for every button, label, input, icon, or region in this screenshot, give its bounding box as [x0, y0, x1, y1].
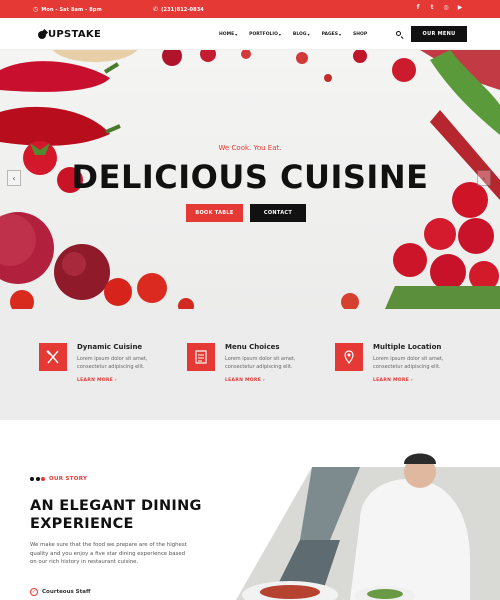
- food-shape: [367, 589, 403, 599]
- dots-icon: [30, 477, 45, 481]
- check-circle-icon: ✓: [30, 588, 38, 596]
- dot: [30, 477, 34, 481]
- search-handle: [400, 35, 404, 39]
- learn-more-link[interactable]: LEARN MORE ›: [373, 378, 413, 383]
- pepper-stem: [105, 124, 121, 134]
- tomato-shape: [104, 278, 132, 306]
- berry-shape: [296, 52, 308, 64]
- learn-more-link[interactable]: LEARN MORE ›: [225, 378, 265, 383]
- story-kicker-text: OUR STORY: [49, 476, 88, 482]
- chevron-down-icon: ▾: [338, 32, 341, 37]
- dot: [41, 477, 45, 481]
- berry-shape: [324, 74, 332, 82]
- search-icon[interactable]: [396, 31, 404, 39]
- phone-number[interactable]: ✆ (231)812-0834: [153, 6, 204, 13]
- pepper-stem: [103, 62, 120, 74]
- story-paragraph: We make sure that the food we prepare ar…: [30, 542, 187, 566]
- apple-highlight: [62, 252, 86, 276]
- feature-multiple-location: Multiple Location Lorem ipsum dolor sit …: [335, 343, 475, 403]
- nav-label: HOME: [219, 32, 235, 37]
- main-nav: HOME ▾ PORTFOLIO ▾ BLOG ▾ PAGES ▾ SHOP: [219, 32, 367, 37]
- hero-slider: ‹ › We Cook. You Eat. DELICIOUS CUISINE …: [0, 50, 500, 309]
- chevron-down-icon: ▾: [307, 32, 310, 37]
- site-header: UPSTAKE HOME ▾ PORTFOLIO ▾ BLOG ▾ PAGES …: [0, 18, 500, 50]
- nav-item-home[interactable]: HOME ▾: [219, 32, 237, 37]
- checklist-item: ✓ Courteous Staff: [30, 588, 90, 596]
- logo-text: UPSTAKE: [48, 29, 102, 40]
- strawberry-shape: [424, 218, 456, 250]
- chevron-down-icon: ▾: [235, 32, 238, 37]
- tomato-shape: [137, 273, 167, 303]
- instagram-icon[interactable]: ◎: [443, 4, 449, 11]
- search-lens: [396, 31, 401, 36]
- feature-title: Menu Choices: [225, 343, 280, 351]
- our-story-section: OUR STORY AN ELEGANT DINING EXPERIENCE W…: [0, 420, 500, 600]
- site-logo[interactable]: UPSTAKE: [38, 29, 101, 40]
- pepper-shape: [0, 106, 110, 146]
- berry-shape: [353, 50, 367, 63]
- tomato-shape: [10, 290, 34, 309]
- nav-item-portfolio[interactable]: PORTFOLIO ▾: [249, 32, 281, 37]
- strawberry-shape: [458, 218, 494, 254]
- logo-mark-icon: [38, 30, 46, 39]
- twitter-icon[interactable]: t: [429, 4, 435, 11]
- contact-button[interactable]: CONTACT: [250, 204, 306, 222]
- berry-shape: [162, 50, 182, 66]
- map-pin-icon: [335, 343, 363, 371]
- nav-label: PAGES: [321, 32, 338, 37]
- feature-description: Lorem ipsum dolor sit amet, consectetur …: [373, 356, 444, 370]
- phone-icon: ✆: [153, 6, 159, 13]
- hero-headline: DELICIOUS CUISINE: [71, 158, 429, 196]
- radish-shape: [341, 293, 359, 309]
- our-menu-button[interactable]: OUR MENU: [411, 26, 467, 42]
- opening-hours: ◷ Mon - Sat 8am - 8pm: [33, 6, 102, 13]
- feature-dynamic-cuisine: Dynamic Cuisine Lorem ipsum dolor sit am…: [39, 343, 179, 403]
- berry-shape: [241, 50, 251, 59]
- utensils-icon: [39, 343, 67, 371]
- feature-title: Multiple Location: [373, 343, 442, 351]
- feature-description: Lorem ipsum dolor sit amet, consectetur …: [77, 356, 148, 370]
- learn-more-link[interactable]: LEARN MORE ›: [77, 378, 117, 383]
- clock-icon: ◷: [33, 6, 39, 13]
- leaf-shape: [385, 286, 500, 309]
- phone-number-text[interactable]: (231)812-0834: [161, 7, 204, 13]
- feature-description: Lorem ipsum dolor sit amet, consectetur …: [225, 356, 296, 370]
- story-title: AN ELEGANT DINING EXPERIENCE: [30, 497, 240, 533]
- story-title-line: AN ELEGANT DINING: [30, 498, 202, 514]
- nav-item-blog[interactable]: BLOG ▾: [293, 32, 310, 37]
- nav-item-shop[interactable]: SHOP: [353, 32, 367, 37]
- berry-shape: [200, 50, 216, 62]
- nav-item-pages[interactable]: PAGES ▾: [322, 32, 341, 37]
- story-kicker: OUR STORY: [30, 476, 87, 482]
- menu-list-icon: [187, 343, 215, 371]
- top-bar: ◷ Mon - Sat 8am - 8pm ✆ (231)812-0834 f …: [0, 0, 500, 18]
- chevron-down-icon: ▾: [278, 32, 281, 37]
- hero-eyebrow: We Cook. You Eat.: [218, 144, 282, 152]
- strawberry-shape: [392, 58, 416, 82]
- pepper-shape: [0, 61, 110, 92]
- facebook-icon[interactable]: f: [415, 4, 421, 11]
- checklist-label: Courteous Staff: [42, 589, 91, 595]
- opening-hours-text: Mon - Sat 8am - 8pm: [41, 6, 102, 13]
- youtube-icon[interactable]: ▶: [457, 4, 463, 11]
- berry-shape: [178, 298, 194, 309]
- feature-menu-choices: Menu Choices Lorem ipsum dolor sit amet,…: [187, 343, 327, 403]
- social-links: f t ◎ ▶: [415, 4, 463, 11]
- bowl-shape: [52, 50, 138, 62]
- dot: [35, 477, 40, 481]
- food-shape: [260, 585, 320, 599]
- strawberry-shape: [393, 243, 427, 277]
- book-table-button[interactable]: BOOK TABLE: [186, 204, 243, 222]
- nav-label: SHOP: [353, 32, 368, 37]
- nav-label: PORTFOLIO: [249, 32, 278, 37]
- feature-title: Dynamic Cuisine: [77, 343, 143, 351]
- nav-label: BLOG: [292, 32, 307, 37]
- features-section: Dynamic Cuisine Lorem ipsum dolor sit am…: [0, 309, 500, 420]
- strawberry-shape: [430, 254, 466, 290]
- story-title-line: EXPERIENCE: [30, 516, 134, 532]
- chef-hair: [404, 453, 436, 464]
